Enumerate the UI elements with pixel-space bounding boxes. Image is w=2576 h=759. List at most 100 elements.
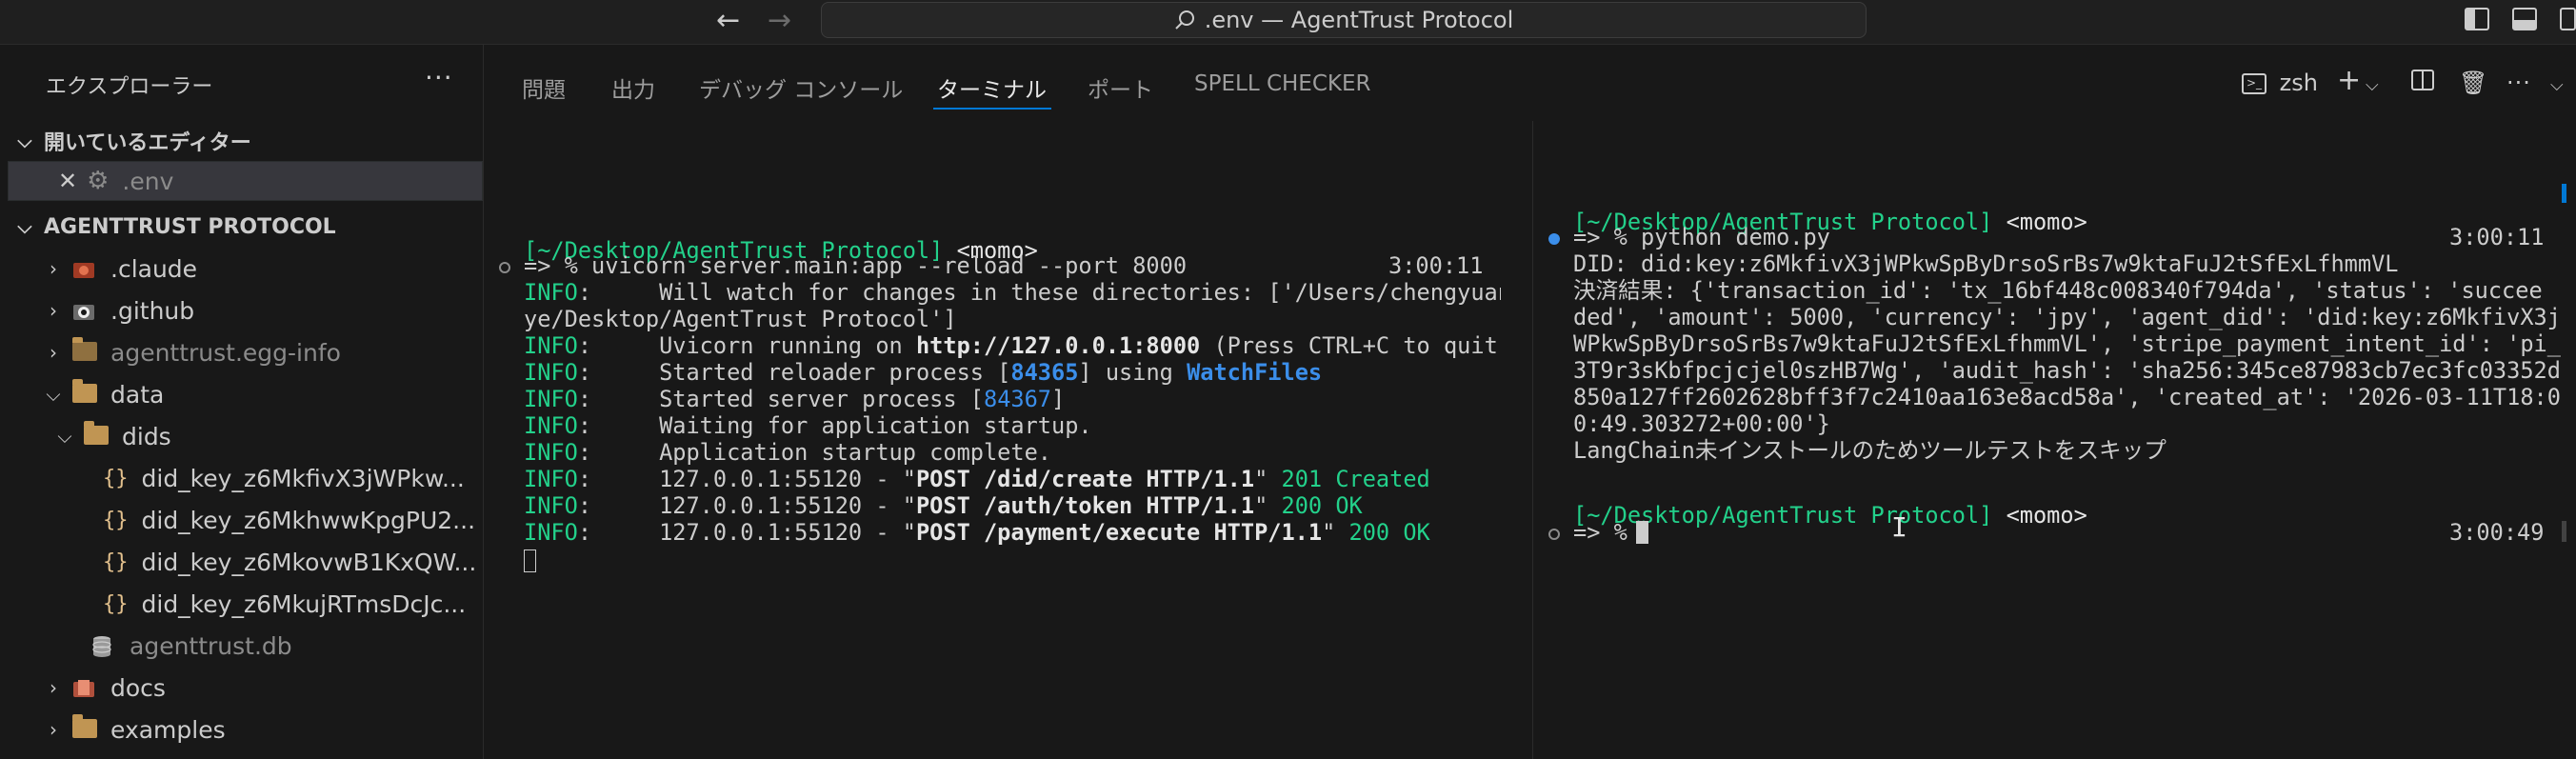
tree-item-data[interactable]: ⌵ data — [0, 374, 483, 414]
chevron-right-icon: › — [50, 299, 57, 322]
terminal-cursor — [524, 549, 536, 572]
tree-item-json-file[interactable]: {} did_key_z6MkovwB1KxQW... — [0, 542, 483, 582]
tree-item-label: did_key_z6MkujRTmsDcJc... — [141, 589, 467, 618]
tree-item-label: examples — [110, 715, 226, 744]
tree-item-label: agenttrust.egg-info — [110, 338, 341, 367]
command-decoration-icon[interactable] — [1548, 529, 1560, 540]
terminal-output-line: 850a127ff2602628bff3f7c2410aa163e8acd58a… — [1573, 384, 2561, 410]
docs-folder-icon — [72, 677, 97, 698]
command-success-decoration-icon[interactable] — [1548, 233, 1560, 245]
folder-open-icon — [72, 379, 97, 405]
folder-open-icon — [84, 421, 109, 447]
toggle-primary-sidebar-icon[interactable] — [2465, 8, 2489, 30]
close-icon[interactable]: ✕ — [58, 168, 77, 194]
terminal-output-line: 0:49.303272+00:00'} — [1573, 410, 1830, 437]
terminal-icon: >_ — [2242, 73, 2266, 94]
toggle-secondary-sidebar-icon[interactable] — [2560, 8, 2576, 30]
more-actions-icon[interactable]: ··· — [425, 62, 453, 93]
terminal-line: ye/Desktop/AgentTrust Protocol'] — [524, 306, 957, 332]
tree-item-db-file[interactable]: agenttrust.db — [0, 626, 483, 666]
terminal-output-line: LangChain未インストールのためツールテストをスキップ — [1573, 437, 2167, 464]
terminal-line: INFO: Started server process [84367] — [524, 386, 1066, 412]
forward-arrow-icon[interactable]: → — [768, 4, 791, 38]
title-bar: ← → .env — AgentTrust Protocol — [0, 0, 2576, 45]
shell-label: zsh — [2279, 70, 2318, 96]
chevron-down-icon: ⌵ — [57, 425, 72, 448]
terminal-input-line: => % — [1573, 519, 1627, 546]
collapse-panel-icon[interactable]: ⌵ — [2550, 75, 2564, 95]
tree-item-json-file[interactable]: {} did_key_z6MkujRTmsDcJc... — [0, 584, 483, 624]
terminal-shell-selector[interactable]: >_ zsh — [2242, 70, 2318, 96]
chevron-right-icon: › — [50, 676, 57, 699]
tree-item-github[interactable]: › .github — [0, 290, 483, 330]
explorer-title: エクスプローラー — [46, 75, 213, 99]
command-timestamp: 3:00:49 — [2449, 519, 2545, 546]
terminal-output-line: ded', 'amount': 5000, 'currency': 'jpy',… — [1573, 304, 2561, 330]
tab-terminal[interactable]: ターミナル — [937, 71, 1047, 104]
folder-icon — [72, 714, 97, 740]
terminal-line: INFO: Waiting for application startup. — [524, 412, 1092, 439]
explorer-sidebar: エクスプローラー ··· ⌵ 開いているエディター ✕ ⚙ .env ⌵ AGE… — [0, 45, 484, 759]
tree-item-json-file[interactable]: {} did_key_z6MkhwwKpgPU2... — [0, 500, 483, 540]
tab-ports[interactable]: ポート — [1088, 71, 1153, 104]
terminal-right[interactable]: [~/Desktop/AgentTrust Protocol] <momo> =… — [1532, 121, 2576, 759]
tree-item-label: .claude — [110, 254, 198, 283]
chevron-down-icon[interactable]: ⌵ — [2366, 75, 2379, 95]
tab-spell-checker[interactable]: SPELL CHECKER — [1194, 71, 1370, 96]
tree-item-label: .github — [110, 296, 195, 325]
scrollbar-thumb[interactable] — [2562, 521, 2566, 542]
project-label: AGENTTRUST PROTOCOL — [44, 214, 336, 239]
tab-debug-console[interactable]: デバッグ コンソール — [699, 71, 903, 104]
scrollbar-position-marker[interactable] — [2562, 184, 2566, 203]
tree-item-claude[interactable]: › .claude — [0, 249, 483, 289]
search-icon — [1174, 10, 1194, 30]
tab-problems[interactable]: 問題 — [522, 71, 566, 104]
open-editors-label: 開いているエディター — [44, 131, 251, 155]
tree-item-label: dids — [122, 422, 171, 450]
tree-item-label: did_key_z6MkfivX3jWPkw... — [141, 464, 465, 492]
project-section[interactable]: ⌵ AGENTTRUST PROTOCOL — [0, 207, 483, 247]
json-file-icon: {} — [103, 591, 129, 616]
terminal-prompt: [~/Desktop/AgentTrust Protocol] <momo> — [1573, 502, 2087, 529]
split-terminal-icon[interactable] — [2411, 70, 2434, 96]
tree-item-label: data — [110, 380, 165, 409]
chevron-down-icon: ⌵ — [17, 215, 32, 238]
panel-tabs: 問題 出力 デバッグ コンソール ターミナル ポート SPELL CHECKER… — [484, 45, 2576, 121]
tree-item-docs[interactable]: › docs — [0, 668, 483, 708]
chevron-down-icon: ⌵ — [17, 130, 32, 152]
json-file-icon: {} — [103, 549, 129, 574]
more-actions-icon[interactable]: ··· — [2506, 70, 2531, 96]
database-icon — [91, 635, 116, 657]
github-folder-icon — [72, 300, 97, 321]
terminal-output-line: DID: did:key:z6MkfivX3jWPkwSpByDrsoSrBs7… — [1573, 250, 2399, 277]
terminal-output-line: 決済結果: {'transaction_id': 'tx_16bf448c008… — [1573, 277, 2543, 304]
gear-icon: ⚙ — [87, 167, 110, 195]
terminal-command: => % uvicorn server.main:app --reload --… — [524, 252, 1188, 279]
chevron-right-icon: › — [50, 257, 57, 280]
tab-output[interactable]: 出力 — [611, 71, 655, 104]
command-center-search[interactable]: .env — AgentTrust Protocol — [821, 2, 1867, 38]
open-editors-section[interactable]: ⌵ 開いているエディター — [0, 121, 483, 161]
open-editor-label: .env — [122, 167, 174, 195]
terminal-cursor — [1636, 521, 1648, 544]
back-arrow-icon[interactable]: ← — [716, 4, 740, 38]
terminal-command: => % python demo.py — [1573, 224, 1830, 250]
bottom-panel: 問題 出力 デバッグ コンソール ターミナル ポート SPELL CHECKER… — [484, 45, 2576, 759]
kill-terminal-icon[interactable]: 🗑︎ — [2459, 70, 2487, 96]
command-decoration-icon[interactable] — [499, 262, 510, 273]
tree-item-json-file[interactable]: {} did_key_z6MkfivX3jWPkw... — [0, 458, 483, 498]
json-file-icon: {} — [103, 466, 129, 490]
tree-item-label: did_key_z6MkhwwKpgPU2... — [141, 506, 476, 534]
new-terminal-icon[interactable]: + — [2337, 64, 2361, 97]
text-cursor-icon: I — [1891, 511, 1907, 543]
terminal-line: INFO: 127.0.0.1:55120 - "POST /auth/toke… — [524, 492, 1363, 519]
open-editor-env[interactable]: ✕ ⚙ .env — [8, 161, 483, 201]
terminal-line: INFO: Application startup complete. — [524, 439, 1051, 466]
terminal-left[interactable]: [~/Desktop/AgentTrust Protocol] <momo> =… — [484, 121, 1501, 759]
chevron-right-icon: › — [50, 341, 57, 364]
tree-item-dids[interactable]: ⌵ dids — [0, 416, 483, 456]
toggle-panel-icon[interactable] — [2512, 8, 2537, 30]
tree-item-examples[interactable]: › examples — [0, 709, 483, 749]
tree-item-label: did_key_z6MkovwB1KxQW... — [141, 548, 477, 576]
tree-item-egg-info[interactable]: › agenttrust.egg-info — [0, 332, 483, 372]
